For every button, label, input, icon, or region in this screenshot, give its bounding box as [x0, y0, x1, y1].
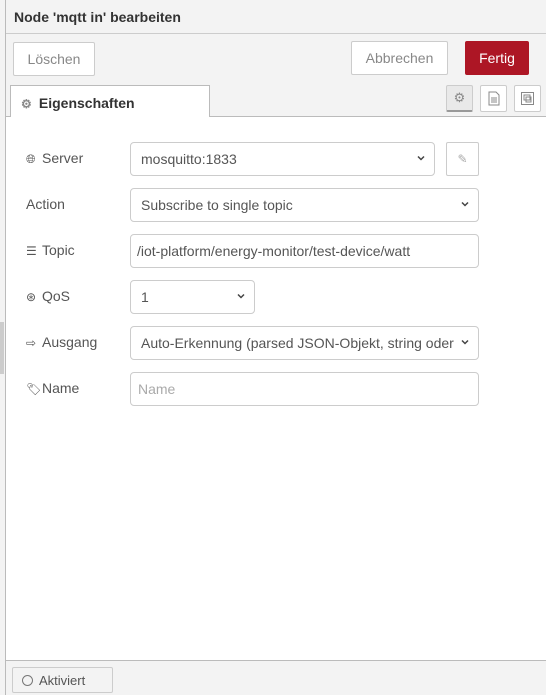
document-icon — [488, 91, 499, 106]
properties-tab-button[interactable]: ⚙ — [446, 85, 473, 112]
toggle-circle-icon — [22, 675, 33, 686]
name-input[interactable]: Name — [130, 372, 479, 406]
tag-icon: 🏷︎ — [26, 382, 42, 396]
tray-title: Node 'mqtt in' bearbeiten — [14, 9, 181, 25]
tray-toolbar: Löschen Abbrechen Fertig — [6, 35, 546, 81]
chevron-down-icon — [417, 155, 425, 161]
tasks-icon: ☰ — [26, 244, 37, 258]
qos-select[interactable]: 1 — [130, 280, 255, 314]
chevron-down-icon — [461, 339, 469, 345]
qos-row: ⊛ QoS 1 — [6, 280, 546, 314]
layout-icon — [521, 92, 534, 105]
appearance-tab-button[interactable] — [514, 85, 541, 112]
server-select[interactable]: mosquitto:1833 — [130, 142, 435, 176]
enabled-toggle[interactable]: Aktiviert — [12, 667, 113, 693]
description-tab-button[interactable] — [480, 85, 507, 112]
gear-icon: ⚙ — [21, 97, 32, 111]
output-label: ⇨ Ausgang — [26, 334, 98, 350]
server-row: 🌐︎ Server mosquitto:1833 ✎ — [6, 142, 546, 176]
output-row: ⇨ Ausgang Auto-Erkennung (parsed JSON-Obj… — [6, 326, 546, 360]
edit-tray: Node 'mqtt in' bearbeiten Löschen Abbrec… — [5, 0, 546, 695]
qos-label: ⊛ QoS — [26, 288, 71, 304]
server-label: 🌐︎ Server — [26, 150, 84, 166]
tab-properties[interactable]: ⚙ Eigenschaften — [10, 85, 210, 118]
topic-label: ☰ Topic — [26, 242, 75, 258]
name-label: 🏷︎Name — [26, 380, 80, 396]
pencil-icon: ✎ — [457, 152, 468, 166]
properties-panel: 🌐︎ Server mosquitto:1833 ✎ Action Subscri… — [6, 117, 546, 661]
tab-label: Eigenschaften — [38, 95, 135, 111]
tabs-bar: ⚙ Eigenschaften ⚙ — [6, 81, 546, 118]
sign-out-icon: ⇨ — [26, 336, 37, 350]
done-button[interactable]: Fertig — [465, 41, 529, 75]
name-row: 🏷︎Name Name — [6, 372, 546, 406]
gear-icon: ⚙ — [453, 90, 466, 105]
qos-icon: ⊛ — [26, 290, 37, 304]
action-label: Action — [26, 196, 65, 212]
edit-server-button[interactable]: ✎ — [446, 142, 479, 176]
output-select[interactable]: Auto-Erkennung (parsed JSON-Objekt, stri… — [130, 326, 479, 360]
chevron-down-icon — [237, 293, 245, 299]
action-select[interactable]: Subscribe to single topic — [130, 188, 479, 222]
action-row: Action Subscribe to single topic — [6, 188, 546, 222]
tray-footer: Aktiviert — [6, 662, 546, 695]
cancel-button[interactable]: Abbrechen — [351, 41, 448, 75]
scrollbar-handle[interactable] — [0, 322, 4, 374]
topic-input[interactable]: /iot-platform/energy-monitor/test-device… — [130, 234, 479, 268]
delete-button[interactable]: Löschen — [13, 42, 95, 76]
globe-icon: 🌐︎ — [26, 152, 36, 166]
topic-row: ☰ Topic /iot-platform/energy-monitor/test… — [6, 234, 546, 268]
tray-header: Node 'mqtt in' bearbeiten — [6, 0, 546, 34]
chevron-down-icon — [461, 201, 469, 207]
